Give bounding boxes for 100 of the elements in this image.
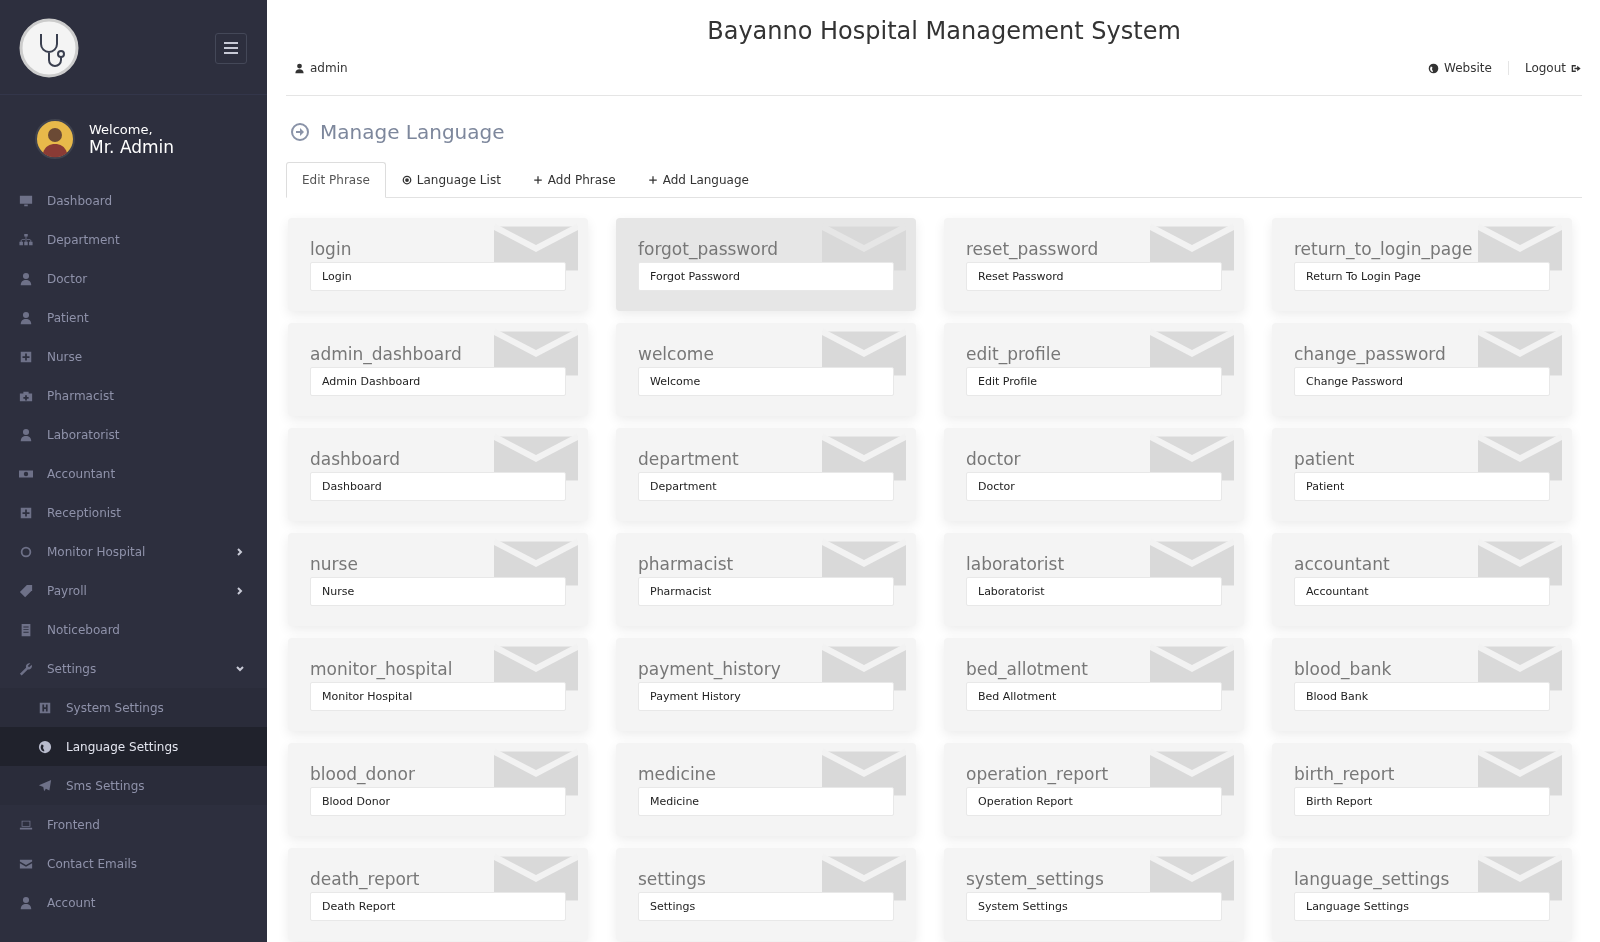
phrase-key: patient <box>1294 446 1550 472</box>
paper-plane-icon <box>38 778 52 793</box>
phrase-key: pharmacist <box>638 551 894 577</box>
phrase-input[interactable]: Pharmacist <box>638 577 894 606</box>
phrase-input[interactable]: Login <box>310 262 566 291</box>
phrase-key: return_to_login_page <box>1294 236 1550 262</box>
header-link[interactable]: Logout <box>1507 61 1582 75</box>
phrase-input[interactable]: Admin Dashboard <box>310 367 566 396</box>
phrase-key: payment_history <box>638 656 894 682</box>
phrase-key: edit_profile <box>966 341 1222 367</box>
avatar-icon <box>35 119 75 159</box>
sidebar-item[interactable]: Noticeboard <box>0 610 267 649</box>
phrase-input[interactable]: Bed Allotment <box>966 682 1222 711</box>
phrase-input[interactable]: Language Settings <box>1294 892 1550 921</box>
phrase-input[interactable]: Operation Report <box>966 787 1222 816</box>
ring-icon <box>19 544 33 559</box>
monitor-icon <box>19 193 33 208</box>
sidebar-subitem[interactable]: Sms Settings <box>0 766 267 805</box>
phrase-key: forgot_password <box>638 236 894 262</box>
phrase-input[interactable]: Blood Bank <box>1294 682 1550 711</box>
sidebar-item[interactable]: Laboratorist <box>0 415 267 454</box>
phrase-key: nurse <box>310 551 566 577</box>
plus-icon <box>532 175 543 185</box>
phrase-input[interactable]: Doctor <box>966 472 1222 501</box>
header-link[interactable]: Website <box>1412 61 1492 75</box>
phrase-input[interactable]: Department <box>638 472 894 501</box>
phrase-input[interactable]: Change Password <box>1294 367 1550 396</box>
sidebar-item[interactable]: Frontend <box>0 805 267 844</box>
sidebar-subitem[interactable]: Language Settings <box>0 727 267 766</box>
tab[interactable]: Add Phrase <box>516 162 632 198</box>
phrase-input[interactable]: Patient <box>1294 472 1550 501</box>
menu-icon <box>224 42 238 54</box>
page-title: Manage Language <box>320 120 505 144</box>
sidebar-item[interactable]: Nurse <box>0 337 267 376</box>
chevron-right-icon <box>235 546 245 557</box>
phrase-key: system_settings <box>966 866 1222 892</box>
menu-button[interactable] <box>215 32 247 64</box>
phrase-key: admin_dashboard <box>310 341 566 367</box>
phrase-input[interactable]: System Settings <box>966 892 1222 921</box>
sidebar-item[interactable]: Dashboard <box>0 181 267 220</box>
phrase-input[interactable]: Edit Profile <box>966 367 1222 396</box>
plus-icon <box>647 175 658 185</box>
user-icon <box>19 427 33 442</box>
phrase-input[interactable]: Monitor Hospital <box>310 682 566 711</box>
phrase-key: language_settings <box>1294 866 1550 892</box>
user-icon <box>19 310 33 325</box>
bullseye-icon <box>401 175 412 185</box>
phrase-input[interactable]: Accountant <box>1294 577 1550 606</box>
wrench-icon <box>19 661 33 676</box>
globe-icon <box>1428 62 1440 74</box>
sidebar-item[interactable]: Account <box>0 883 267 922</box>
phrase-key: dashboard <box>310 446 566 472</box>
phrase-key: laboratorist <box>966 551 1222 577</box>
phrase-input[interactable]: Medicine <box>638 787 894 816</box>
phrase-key: bed_allotment <box>966 656 1222 682</box>
phrase-input[interactable]: Nurse <box>310 577 566 606</box>
phrase-key: change_password <box>1294 341 1550 367</box>
sidebar-item[interactable]: Doctor <box>0 259 267 298</box>
tab[interactable]: Edit Phrase <box>286 162 386 198</box>
phrase-input[interactable]: Dashboard <box>310 472 566 501</box>
sidebar-item[interactable]: Department <box>0 220 267 259</box>
phrase-key: medicine <box>638 761 894 787</box>
document-icon <box>19 622 33 637</box>
phrase-key: death_report <box>310 866 566 892</box>
tab[interactable]: Add Language <box>631 162 765 198</box>
phrase-input[interactable]: Death Report <box>310 892 566 921</box>
arrow-circle-icon <box>290 122 310 142</box>
phrase-input[interactable]: Forgot Password <box>638 262 894 291</box>
sidebar-item[interactable]: Accountant <box>0 454 267 493</box>
sidebar-item[interactable]: Receptionist <box>0 493 267 532</box>
sidebar-subitem[interactable]: System Settings <box>0 688 267 727</box>
tab[interactable]: Language List <box>385 162 517 198</box>
phrase-input[interactable]: Birth Report <box>1294 787 1550 816</box>
welcome-text: Welcome, <box>89 121 154 137</box>
phrase-key: settings <box>638 866 894 892</box>
phrase-input[interactable]: Reset Password <box>966 262 1222 291</box>
phrase-input[interactable]: Laboratorist <box>966 577 1222 606</box>
phrase-key: birth_report <box>1294 761 1550 787</box>
sidebar-item[interactable]: Settings <box>0 649 267 688</box>
phrase-input[interactable]: Welcome <box>638 367 894 396</box>
phrase-key: welcome <box>638 341 894 367</box>
sidebar-item[interactable]: Contact Emails <box>0 844 267 883</box>
phrase-input[interactable]: Return To Login Page <box>1294 262 1550 291</box>
user-icon <box>19 895 33 910</box>
phrase-input[interactable]: Blood Donor <box>310 787 566 816</box>
phrase-key: department <box>638 446 894 472</box>
chevron-right-icon <box>235 585 245 596</box>
phrase-input[interactable]: Payment History <box>638 682 894 711</box>
user-label: admin <box>294 61 348 75</box>
sidebar-item[interactable]: Patient <box>0 298 267 337</box>
user-name: Mr. Admin <box>89 136 175 157</box>
sidebar-item[interactable]: Pharmacist <box>0 376 267 415</box>
phrase-input[interactable]: Settings <box>638 892 894 921</box>
sidebar-item[interactable]: Monitor Hospital <box>0 532 267 571</box>
user-icon <box>19 271 33 286</box>
phrase-key: reset_password <box>966 236 1222 262</box>
user-icon <box>294 62 305 74</box>
sidebar-item[interactable]: Payroll <box>0 571 267 610</box>
globe-icon <box>38 739 52 754</box>
logout-icon <box>1571 62 1582 74</box>
